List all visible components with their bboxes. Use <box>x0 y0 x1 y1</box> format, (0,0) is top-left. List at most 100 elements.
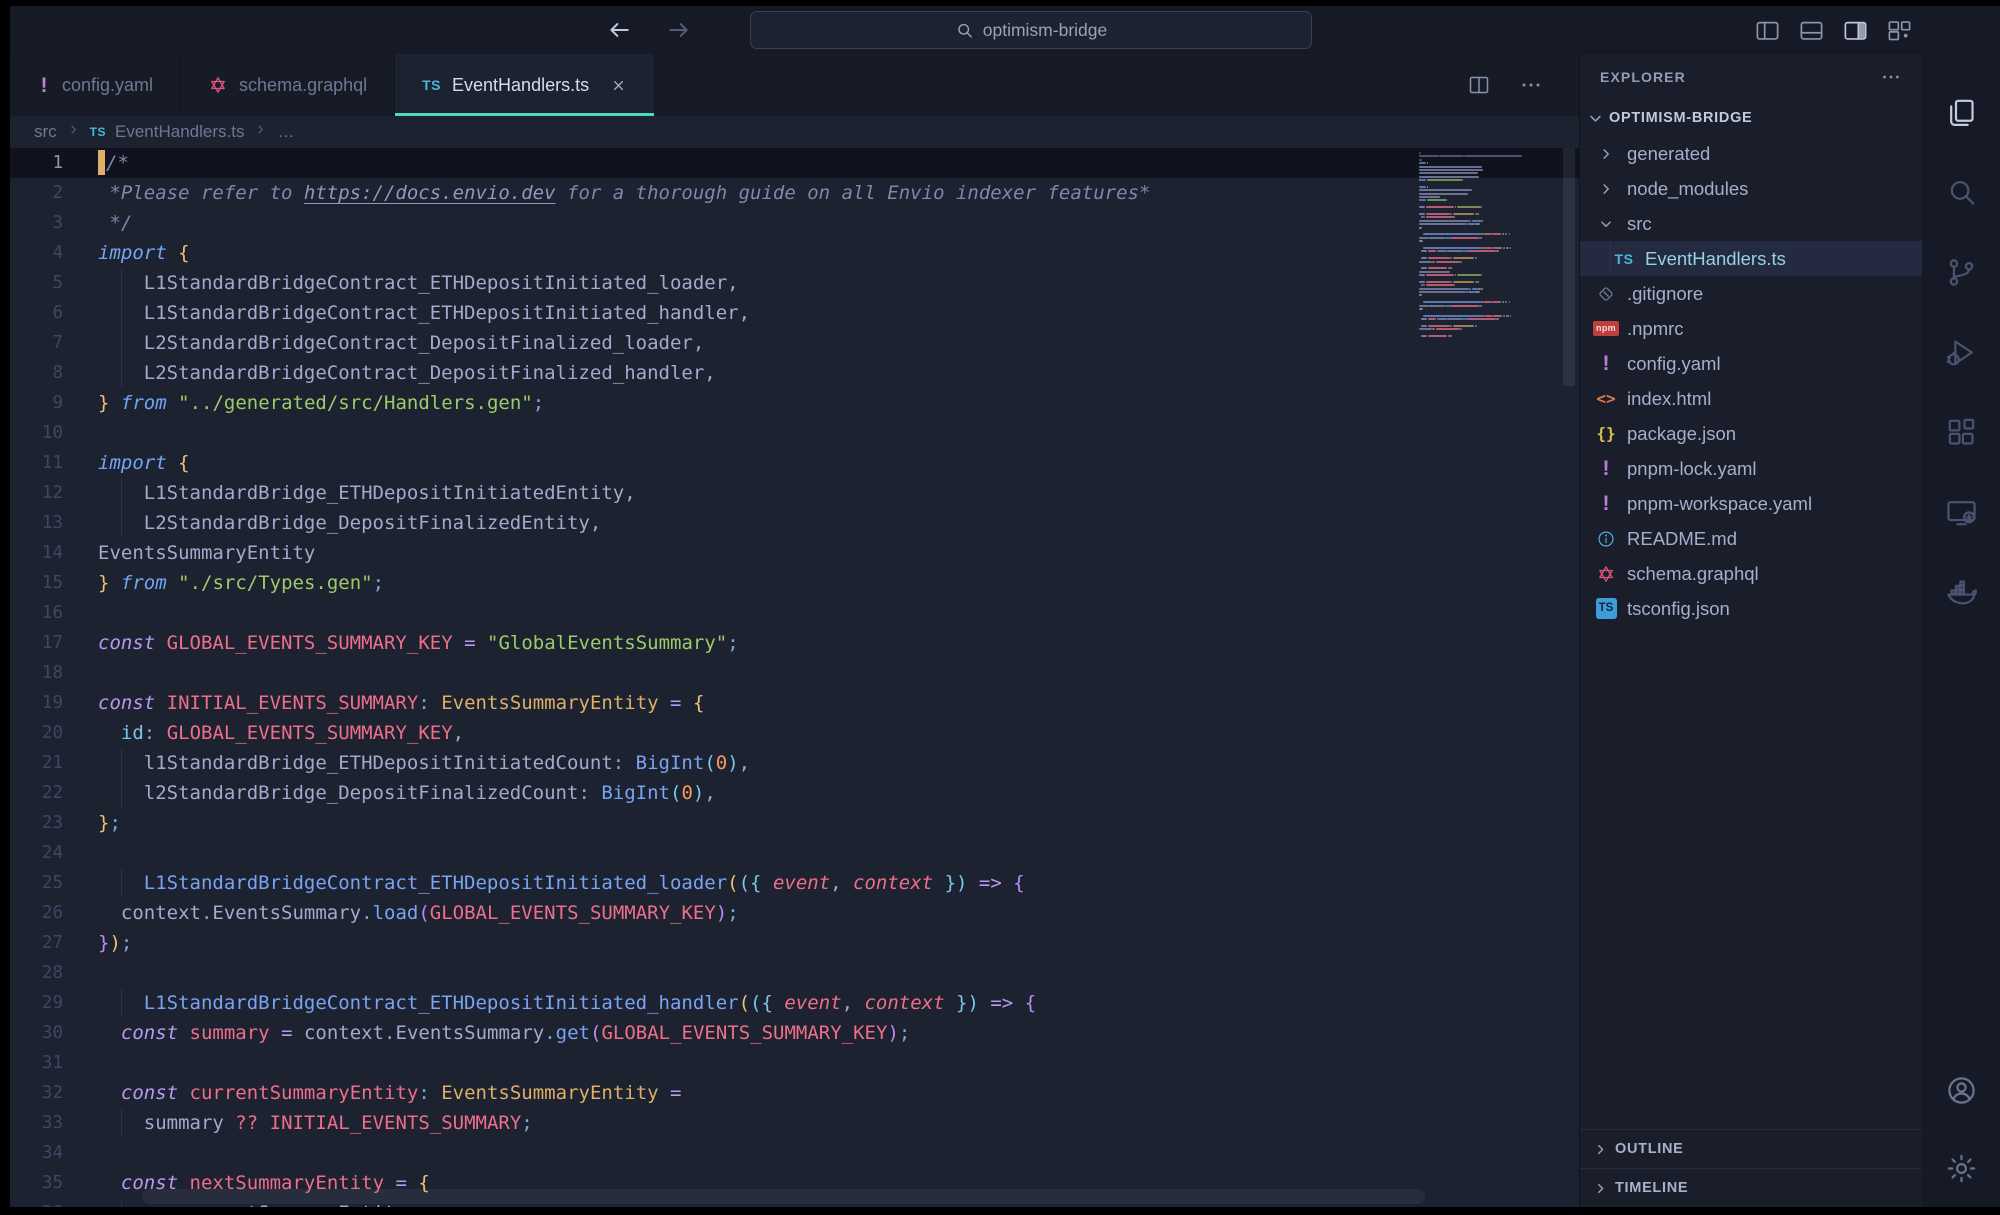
code-line-17[interactable]: 17const GLOBAL_EVENTS_SUMMARY_KEY = "Glo… <box>10 628 1579 658</box>
ellipsis-icon[interactable] <box>1519 73 1543 97</box>
code-line-15[interactable]: 15} from "./src/Types.gen"; <box>10 568 1579 598</box>
vertical-scrollbar[interactable] <box>1563 148 1575 386</box>
code-line-3[interactable]: 3 */ <box>10 208 1579 238</box>
minimap[interactable] <box>1419 152 1557 352</box>
code-line-25[interactable]: 25 L1StandardBridgeContract_ETHDepositIn… <box>10 868 1579 898</box>
layout-sidebar-left-icon[interactable] <box>1754 17 1781 44</box>
line-text: L1StandardBridgeContract_ETHDepositIniti… <box>88 988 1036 1018</box>
forward-arrow-icon[interactable] <box>666 17 692 43</box>
file-tree-item--gitignore[interactable]: .gitignore <box>1580 276 1922 311</box>
code-line-20[interactable]: 20 id: GLOBAL_EVENTS_SUMMARY_KEY, <box>10 718 1579 748</box>
code-line-12[interactable]: 12 L1StandardBridge_ETHDepositInitiatedE… <box>10 478 1579 508</box>
activity-remote-explorer-icon[interactable] <box>1922 472 2000 552</box>
layout-sidebar-right-icon[interactable] <box>1842 17 1869 44</box>
line-number: 18 <box>10 658 88 688</box>
close-tab-icon[interactable] <box>610 77 627 94</box>
activity-extensions-icon[interactable] <box>1922 392 2000 472</box>
code-line-1[interactable]: 1/* <box>10 148 1579 178</box>
file-tree-item-package-json[interactable]: {}package.json <box>1580 416 1922 451</box>
code-line-8[interactable]: 8 L2StandardBridgeContract_DepositFinali… <box>10 358 1579 388</box>
code-line-2[interactable]: 2 *Please refer to https://docs.envio.de… <box>10 178 1579 208</box>
line-number: 27 <box>10 928 88 958</box>
explorer-more-icon[interactable] <box>1880 66 1902 88</box>
breadcrumb-symbol[interactable]: … <box>277 122 294 142</box>
tsbox-file-icon: TS <box>1594 598 1618 619</box>
code-line-10[interactable]: 10 <box>10 418 1579 448</box>
activity-run-debug-icon[interactable] <box>1922 312 2000 392</box>
file-tree-item-readme-md[interactable]: README.md <box>1580 521 1922 556</box>
activity-account-icon[interactable] <box>1922 1051 2000 1129</box>
file-tree-item-config-yaml[interactable]: !config.yaml <box>1580 346 1922 381</box>
chevron-down-icon <box>1586 109 1605 128</box>
code-line-23[interactable]: 23}; <box>10 808 1579 838</box>
line-number: 35 <box>10 1168 88 1198</box>
code-line-24[interactable]: 24 <box>10 838 1579 868</box>
code-line-13[interactable]: 13 L2StandardBridge_DepositFinalizedEnti… <box>10 508 1579 538</box>
command-center-search[interactable]: optimism-bridge <box>750 11 1312 49</box>
code-line-30[interactable]: 30 const summary = context.EventsSummary… <box>10 1018 1579 1048</box>
file-tree-item-pnpm-lock-yaml[interactable]: !pnpm-lock.yaml <box>1580 451 1922 486</box>
code-line-18[interactable]: 18 <box>10 658 1579 688</box>
file-tree-item-schema-graphql[interactable]: schema.graphql <box>1580 556 1922 591</box>
file-tree-item--npmrc[interactable]: npm.npmrc <box>1580 311 1922 346</box>
line-text: context.EventsSummary.load(GLOBAL_EVENTS… <box>88 898 739 928</box>
breadcrumb[interactable]: srcTSEventHandlers.ts… <box>10 116 1579 148</box>
code-line-5[interactable]: 5 L1StandardBridgeContract_ETHDepositIni… <box>10 268 1579 298</box>
code-line-11[interactable]: 11import { <box>10 448 1579 478</box>
file-name: node_modules <box>1627 178 1748 200</box>
code-line-34[interactable]: 34 <box>10 1138 1579 1168</box>
line-number: 19 <box>10 688 88 718</box>
code-line-16[interactable]: 16 <box>10 598 1579 628</box>
line-number: 29 <box>10 988 88 1018</box>
line-number: 26 <box>10 898 88 928</box>
indent-guide <box>1610 241 1611 276</box>
tab-eventhandlers-ts[interactable]: TSEventHandlers.ts <box>395 54 655 116</box>
code-line-29[interactable]: 29 L1StandardBridgeContract_ETHDepositIn… <box>10 988 1579 1018</box>
activity-search-icon[interactable] <box>1922 152 2000 232</box>
code-line-4[interactable]: 4import { <box>10 238 1579 268</box>
file-tree-item-generated[interactable]: generated <box>1580 136 1922 171</box>
layout-customize-icon[interactable] <box>1886 17 1913 44</box>
tab-config-yaml[interactable]: !config.yaml <box>10 54 181 116</box>
code-line-28[interactable]: 28 <box>10 958 1579 988</box>
text-cursor <box>98 150 105 175</box>
breadcrumb-file[interactable]: EventHandlers.ts <box>115 122 244 142</box>
code-editor[interactable]: 1/*2 *Please refer to https://docs.envio… <box>10 148 1579 1207</box>
file-name: pnpm-lock.yaml <box>1627 458 1757 480</box>
ts-file-icon: TS <box>1612 251 1636 267</box>
layout-panel-icon[interactable] <box>1798 17 1825 44</box>
code-line-27[interactable]: 27}); <box>10 928 1579 958</box>
activity-docker-icon[interactable] <box>1922 552 2000 632</box>
file-tree-item-src[interactable]: src <box>1580 206 1922 241</box>
file-tree-item-eventhandlers-ts[interactable]: TSEventHandlers.ts <box>1580 241 1922 276</box>
split-editor-icon[interactable] <box>1467 73 1491 97</box>
file-tree-item-index-html[interactable]: <>index.html <box>1580 381 1922 416</box>
back-arrow-icon[interactable] <box>606 17 632 43</box>
code-line-22[interactable]: 22 l2StandardBridge_DepositFinalizedCoun… <box>10 778 1579 808</box>
line-text: import { <box>88 448 190 478</box>
panel-timeline[interactable]: TIMELINE <box>1580 1168 1922 1207</box>
line-text: const summary = context.EventsSummary.ge… <box>88 1018 910 1048</box>
file-tree-item-pnpm-workspace-yaml[interactable]: !pnpm-workspace.yaml <box>1580 486 1922 521</box>
code-line-6[interactable]: 6 L1StandardBridgeContract_ETHDepositIni… <box>10 298 1579 328</box>
code-line-21[interactable]: 21 l1StandardBridge_ETHDepositInitiatedC… <box>10 748 1579 778</box>
code-line-14[interactable]: 14EventsSummaryEntity <box>10 538 1579 568</box>
file-tree-item-node-modules[interactable]: node_modules <box>1580 171 1922 206</box>
tab-schema-graphql[interactable]: schema.graphql <box>181 54 395 116</box>
activity-settings-icon[interactable] <box>1922 1129 2000 1207</box>
horizontal-scrollbar[interactable] <box>142 1189 1425 1204</box>
workspace-root[interactable]: OPTIMISM-BRIDGE <box>1580 100 1922 136</box>
code-line-19[interactable]: 19const INITIAL_EVENTS_SUMMARY: EventsSu… <box>10 688 1579 718</box>
activity-bar-bottom <box>1922 1051 2000 1207</box>
code-line-33[interactable]: 33 summary ?? INITIAL_EVENTS_SUMMARY; <box>10 1108 1579 1138</box>
file-tree-item-tsconfig-json[interactable]: TStsconfig.json <box>1580 591 1922 626</box>
activity-source-control-icon[interactable] <box>1922 232 2000 312</box>
panel-outline[interactable]: OUTLINE <box>1580 1129 1922 1168</box>
code-line-7[interactable]: 7 L2StandardBridgeContract_DepositFinali… <box>10 328 1579 358</box>
activity-explorer-icon[interactable] <box>1922 72 2000 152</box>
code-line-31[interactable]: 31 <box>10 1048 1579 1078</box>
code-line-32[interactable]: 32 const currentSummaryEntity: EventsSum… <box>10 1078 1579 1108</box>
breadcrumb-folder[interactable]: src <box>34 122 57 142</box>
code-line-26[interactable]: 26 context.EventsSummary.load(GLOBAL_EVE… <box>10 898 1579 928</box>
code-line-9[interactable]: 9} from "../generated/src/Handlers.gen"; <box>10 388 1579 418</box>
